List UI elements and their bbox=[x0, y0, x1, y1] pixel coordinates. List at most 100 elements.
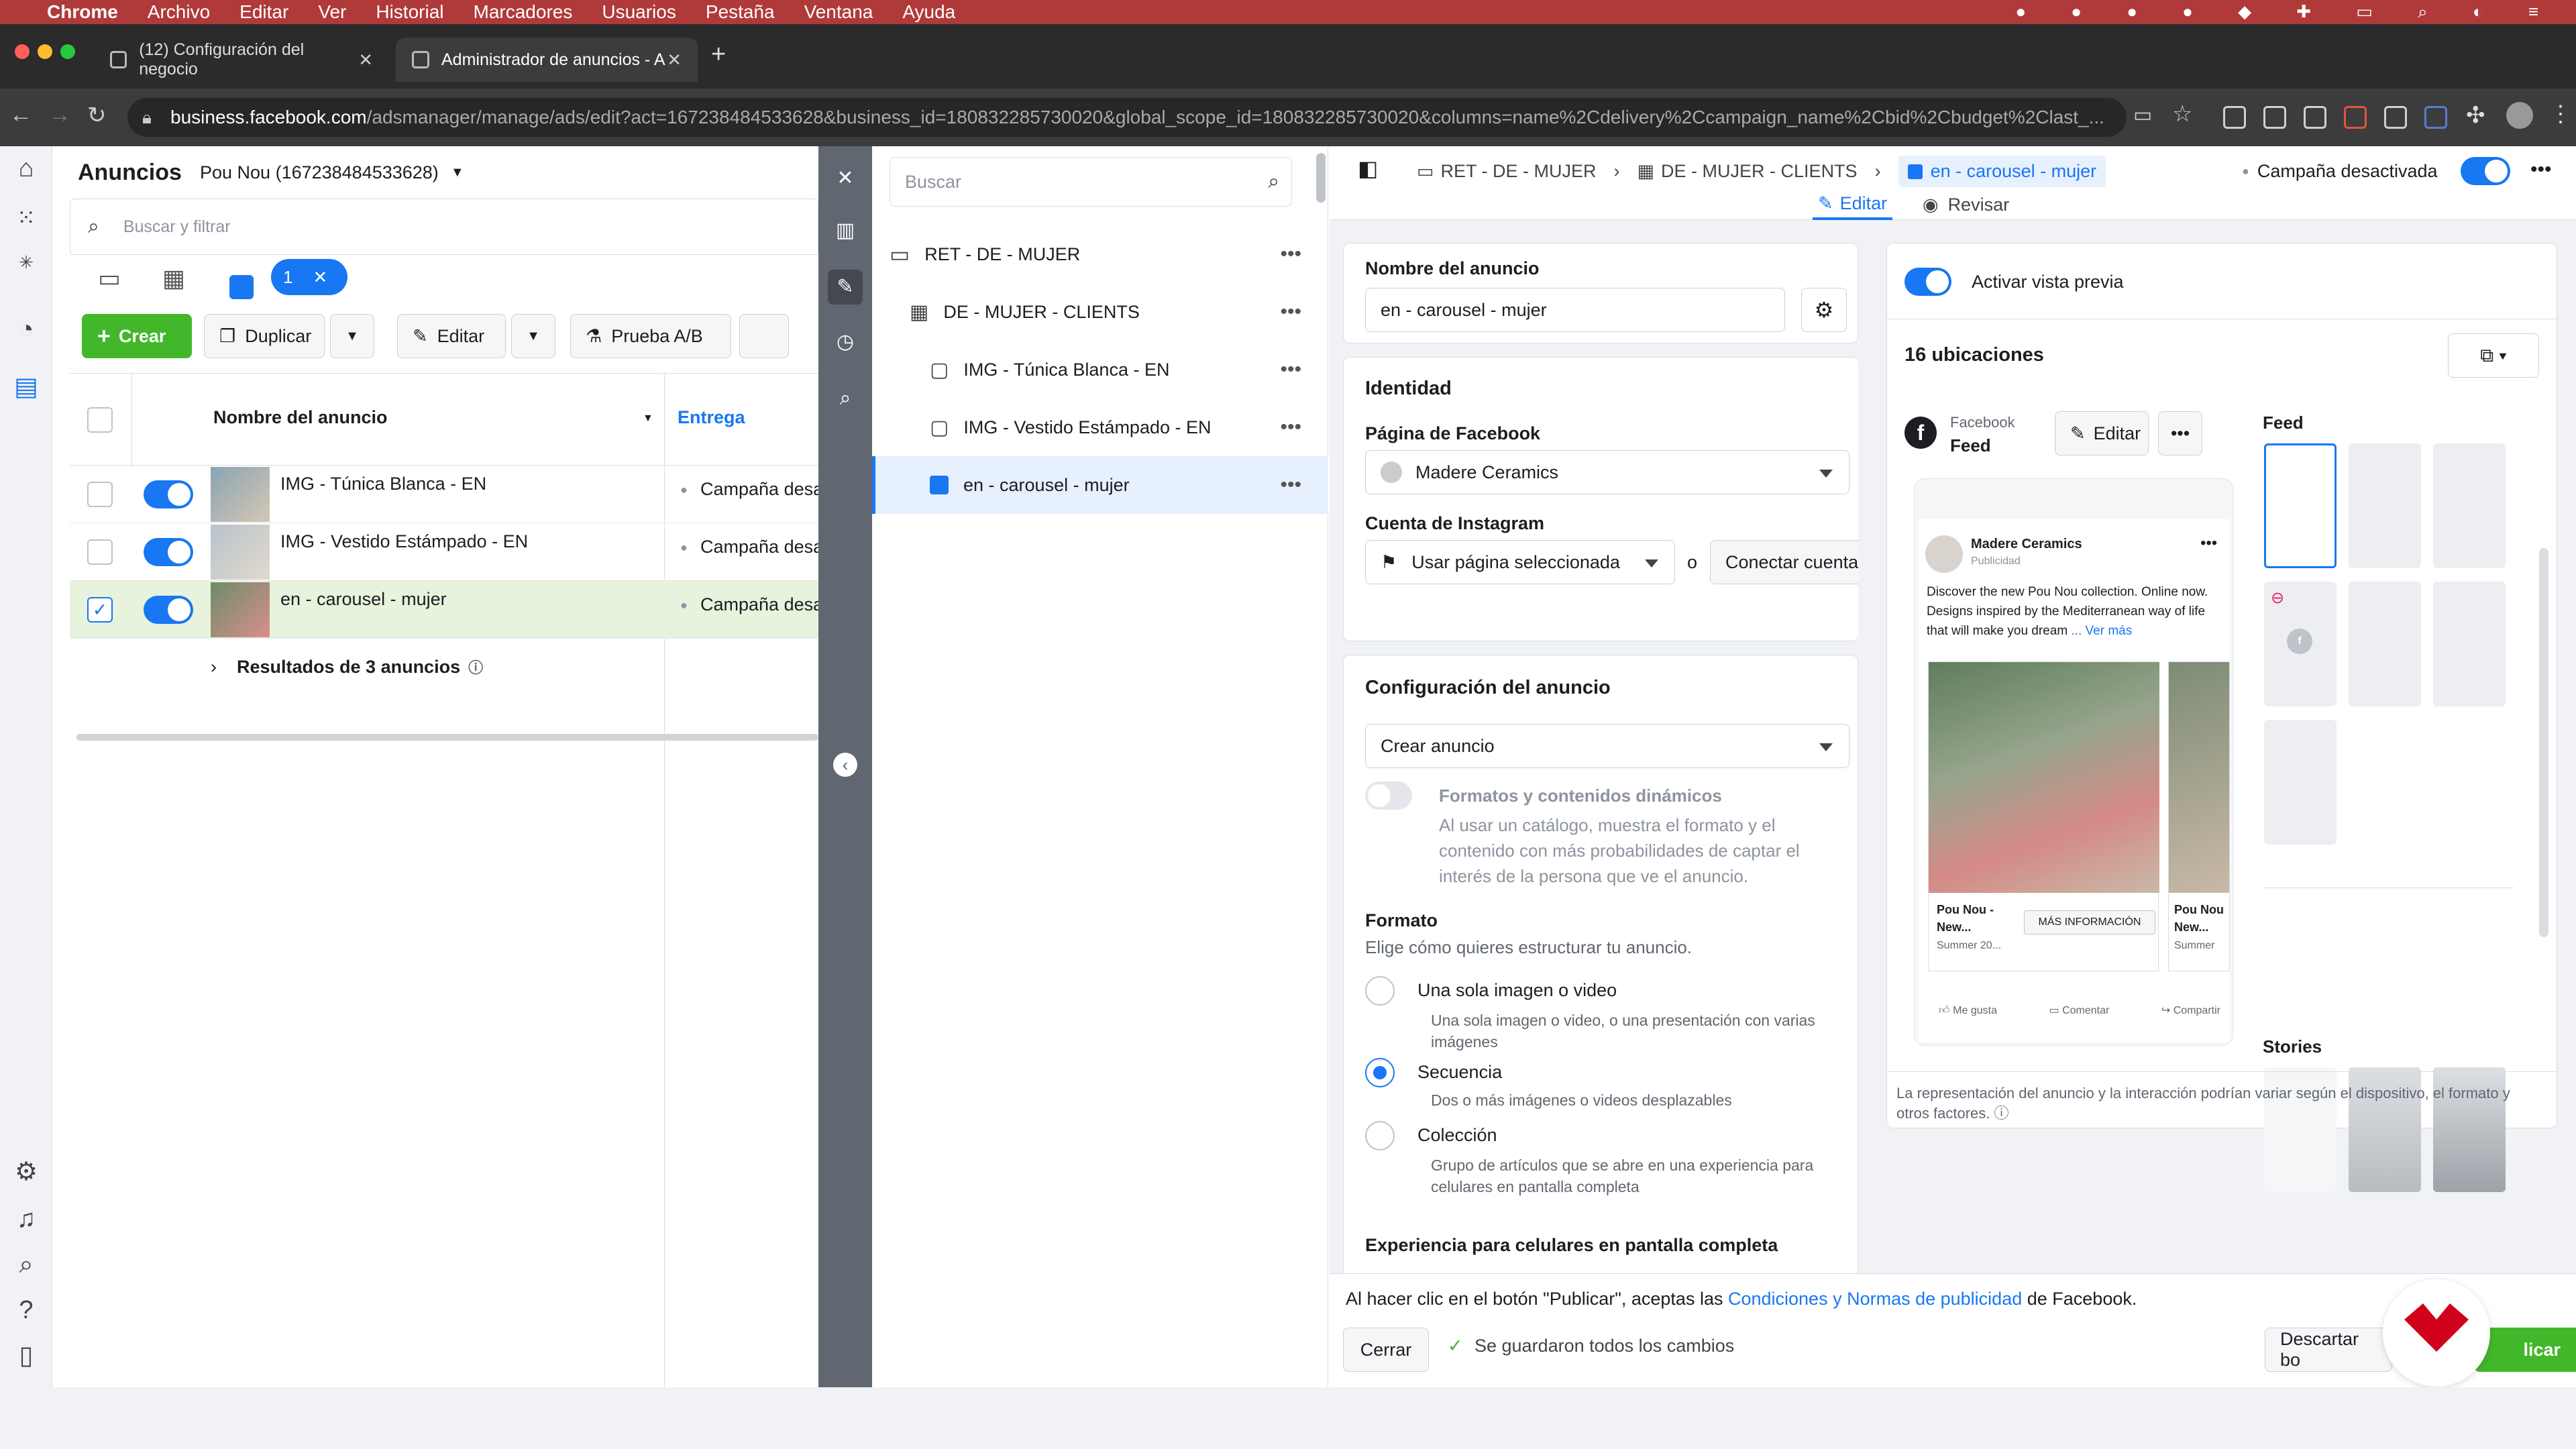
row-checkbox[interactable] bbox=[87, 482, 113, 507]
placement-thumb[interactable] bbox=[2349, 443, 2421, 568]
ad-toggle[interactable] bbox=[144, 480, 193, 508]
menu-pestana[interactable]: Pestaña bbox=[706, 1, 775, 23]
settings-gear-button[interactable]: ⚙ bbox=[1801, 288, 1847, 332]
more-options-icon[interactable]: ••• bbox=[2530, 158, 2552, 181]
connect-account-button[interactable]: Conectar cuenta bbox=[1710, 540, 1859, 584]
selection-chip[interactable]: 1 ✕ bbox=[271, 259, 347, 295]
close-editor-icon[interactable]: ✕ bbox=[828, 161, 863, 196]
bookmark-star-icon[interactable]: ☆ bbox=[2172, 101, 2192, 127]
extension-icon[interactable] bbox=[2384, 106, 2407, 129]
open-preview-button[interactable]: ⧉ ▾ bbox=[2448, 333, 2539, 378]
search-filter-bar[interactable]: ⌕ Buscar y filtrar bbox=[70, 199, 818, 255]
all-tools-grid-icon[interactable]: ⁙ bbox=[11, 203, 42, 233]
gauge-icon[interactable]: ◔ bbox=[11, 314, 42, 345]
tree-search-input[interactable]: Buscar ⌕ bbox=[890, 157, 1292, 207]
profile-avatar[interactable] bbox=[2506, 102, 2533, 129]
more-options-icon[interactable]: ••• bbox=[1280, 416, 1301, 439]
close-button[interactable]: Cerrar bbox=[1343, 1328, 1429, 1372]
more-options-icon[interactable]: ••• bbox=[1280, 474, 1301, 496]
sidebar-toggle-icon[interactable]: ◧ bbox=[1358, 156, 1378, 181]
placement-thumb[interactable] bbox=[2264, 720, 2337, 845]
table-row-selected[interactable]: ✓ en - carousel - mujer ● Campaña desa bbox=[70, 581, 818, 639]
new-tab-icon[interactable]: + bbox=[711, 40, 726, 69]
menu-ventana[interactable]: Ventana bbox=[804, 1, 873, 23]
tab-ads-manager[interactable]: Administrador de anuncios - A ✕ bbox=[396, 38, 698, 82]
learn-more-button[interactable]: MÁS INFORMACIÓN bbox=[2024, 910, 2155, 934]
reload-icon[interactable]: ↻ bbox=[87, 102, 107, 129]
back-icon[interactable]: ← bbox=[9, 102, 32, 128]
ad-toggle[interactable] bbox=[144, 596, 193, 624]
create-button[interactable]: + Crear bbox=[82, 314, 192, 358]
extensions-puzzle-icon[interactable]: ✣ bbox=[2466, 102, 2485, 129]
ad-name-input[interactable]: en - carousel - mujer bbox=[1365, 288, 1785, 332]
collapse-panel-icon[interactable]: ‹ bbox=[833, 753, 857, 777]
extension-icon[interactable] bbox=[2223, 106, 2246, 129]
history-clock-icon[interactable]: ◷ bbox=[828, 325, 863, 360]
tree-item-campaign[interactable]: ▭ RET - DE - MUJER ••• bbox=[872, 225, 1328, 283]
format-carousel-radio[interactable] bbox=[1365, 1058, 1395, 1087]
breadcrumb-ad[interactable]: en - carousel - mujer bbox=[1898, 155, 2106, 187]
extension-icon[interactable] bbox=[2424, 106, 2447, 129]
fb-page-select[interactable]: Madere Ceramics bbox=[1365, 450, 1849, 494]
settings-icon[interactable]: ⚙ bbox=[11, 1157, 42, 1187]
chart-icon[interactable]: ▥ bbox=[828, 213, 863, 248]
maximize-window-icon[interactable] bbox=[60, 44, 75, 59]
ad-toggle[interactable] bbox=[144, 538, 193, 566]
tree-item-ad[interactable]: ▢ IMG - Vestido Estámpado - EN ••• bbox=[872, 398, 1328, 456]
tree-item-adset[interactable]: ▦ DE - MUJER - CLIENTS ••• bbox=[872, 283, 1328, 341]
close-window-icon[interactable] bbox=[15, 44, 30, 59]
duplicate-dropdown-button[interactable]: ▼ bbox=[330, 314, 374, 358]
placement-thumb[interactable]: ⊖ f bbox=[2264, 582, 2337, 706]
more-actions-button[interactable] bbox=[739, 314, 789, 358]
dynamic-formats-toggle[interactable] bbox=[1365, 782, 1412, 810]
ad-name[interactable]: IMG - Vestido Estámpado - EN bbox=[280, 531, 528, 552]
menu-editar[interactable]: Editar bbox=[239, 1, 288, 23]
preview-scrollbar[interactable] bbox=[2539, 548, 2548, 937]
close-tab-icon[interactable]: ✕ bbox=[358, 50, 373, 70]
zoom-icon[interactable]: ⌕ bbox=[828, 381, 863, 416]
menu-ver[interactable]: Ver bbox=[318, 1, 346, 23]
format-single-radio[interactable] bbox=[1365, 976, 1395, 1006]
row-checkbox-checked[interactable]: ✓ bbox=[87, 597, 113, 623]
grid-view-icon[interactable]: ▦ bbox=[162, 264, 185, 292]
chrome-menu-icon[interactable]: ⋮ bbox=[2549, 101, 2572, 127]
tab-business-settings[interactable]: (12) Configuración del negocio ✕ bbox=[94, 38, 389, 82]
breadcrumb-campaign[interactable]: RET - DE - MUJER bbox=[1441, 161, 1597, 182]
ads-table-icon[interactable]: ▤ bbox=[11, 372, 42, 402]
extension-icon[interactable] bbox=[2263, 106, 2286, 129]
placement-thumb[interactable] bbox=[2349, 582, 2421, 706]
ab-test-button[interactable]: ⚗ Prueba A/B bbox=[570, 314, 731, 358]
ads-tab[interactable] bbox=[213, 264, 267, 317]
edit-button[interactable]: ✎ Editar bbox=[397, 314, 506, 358]
info-icon[interactable]: ⓘ bbox=[468, 656, 483, 678]
edit-dropdown-button[interactable]: ▼ bbox=[511, 314, 555, 358]
config-select[interactable]: Crear anuncio bbox=[1365, 724, 1849, 768]
column-header-name[interactable]: Nombre del anuncio bbox=[213, 407, 388, 428]
ig-account-select[interactable]: ⚑ Usar página seleccionada bbox=[1365, 540, 1675, 584]
placement-thumb-selected[interactable] bbox=[2264, 443, 2337, 568]
select-all-checkbox[interactable] bbox=[87, 407, 113, 433]
expand-chevron-icon[interactable]: › bbox=[211, 657, 217, 678]
menu-usuarios[interactable]: Usuarios bbox=[602, 1, 676, 23]
forward-icon[interactable]: → bbox=[48, 102, 71, 128]
preview-edit-button[interactable]: ✎ Editar bbox=[2055, 411, 2149, 455]
ad-name[interactable]: IMG - Túnica Blanca - EN bbox=[280, 474, 486, 494]
minimize-window-icon[interactable] bbox=[38, 44, 52, 59]
url-field[interactable]: 🔒︎ business.facebook.com /adsmanager/man… bbox=[127, 98, 2127, 137]
extension-icon[interactable] bbox=[2304, 106, 2326, 129]
clear-selection-icon[interactable]: ✕ bbox=[313, 267, 327, 288]
duplicate-button[interactable]: ❐ Duplicar bbox=[204, 314, 325, 358]
notifications-bell-icon[interactable]: ♫ bbox=[11, 1203, 42, 1234]
column-header-delivery[interactable]: Entrega bbox=[678, 407, 745, 428]
more-options-icon[interactable]: ••• bbox=[1280, 243, 1301, 266]
edit-pencil-icon[interactable]: ✎ bbox=[828, 270, 863, 305]
more-options-icon[interactable]: ••• bbox=[1280, 358, 1301, 381]
menu-historial[interactable]: Historial bbox=[376, 1, 443, 23]
campaign-toggle[interactable] bbox=[2460, 157, 2510, 185]
menu-ayuda[interactable]: Ayuda bbox=[902, 1, 955, 23]
breadcrumb-adset[interactable]: DE - MUJER - CLIENTS bbox=[1661, 161, 1858, 182]
home-icon[interactable]: ⌂ bbox=[11, 153, 42, 184]
menu-marcadores[interactable]: Marcadores bbox=[474, 1, 573, 23]
discard-drafts-button[interactable]: Descartar bo bbox=[2265, 1328, 2392, 1372]
preview-more-button[interactable]: ••• bbox=[2158, 411, 2202, 455]
